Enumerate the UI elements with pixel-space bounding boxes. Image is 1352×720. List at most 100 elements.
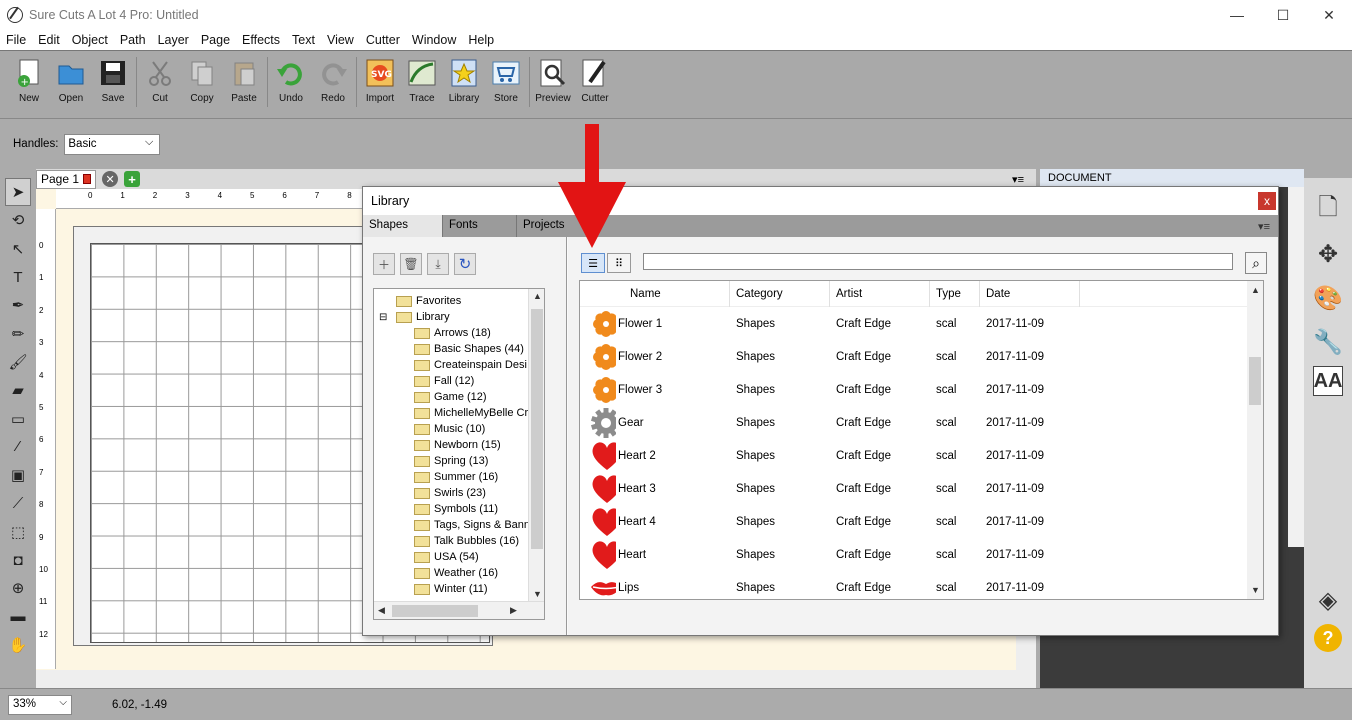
column-header-artist[interactable]: Artist bbox=[830, 281, 930, 307]
gradient-tool-icon[interactable]: ▣ bbox=[5, 461, 31, 489]
menu-object[interactable]: Object bbox=[66, 33, 114, 47]
column-header-name[interactable]: Name bbox=[580, 281, 730, 307]
table-row[interactable]: Lips Shapes Craft Edge scal 2017-11-09 bbox=[580, 571, 1263, 599]
wrench-icon[interactable]: 🔧 bbox=[1310, 322, 1346, 362]
hand-tool-icon[interactable]: ✋ bbox=[5, 631, 31, 659]
close-icon[interactable]: ✕ bbox=[1306, 0, 1352, 30]
copy-button[interactable]: Copy bbox=[181, 57, 223, 104]
table-row[interactable]: Flower 3 Shapes Craft Edge scal 2017-11-09 bbox=[580, 373, 1263, 406]
tree-item[interactable]: Newborn (15) bbox=[374, 437, 544, 453]
tree-item[interactable]: Symbols (11) bbox=[374, 501, 544, 517]
preview-button[interactable]: Preview bbox=[532, 57, 574, 104]
menu-effects[interactable]: Effects bbox=[236, 33, 286, 47]
add-page-icon[interactable]: + bbox=[124, 171, 141, 187]
menu-file[interactable]: File bbox=[0, 33, 32, 47]
brush-tool-icon[interactable]: 🖌 bbox=[5, 348, 31, 376]
palette-icon[interactable]: 🎨 bbox=[1310, 278, 1346, 318]
help-icon[interactable]: ? bbox=[1314, 624, 1342, 652]
refresh-icon[interactable]: ↻ bbox=[454, 253, 476, 275]
tree-horizontal-scrollbar[interactable]: ◀ ▶ bbox=[374, 601, 544, 619]
menu-text[interactable]: Text bbox=[286, 33, 321, 47]
menu-help[interactable]: Help bbox=[462, 33, 500, 47]
library-search-input[interactable] bbox=[643, 253, 1233, 270]
handles-select[interactable]: Basic bbox=[64, 133, 161, 155]
new-folder-icon[interactable]: ＋ bbox=[373, 253, 395, 275]
select-tool-icon[interactable]: ➤ bbox=[5, 178, 31, 207]
page-tab-1[interactable]: Page 1 bbox=[36, 169, 97, 189]
open-button[interactable]: Open bbox=[50, 57, 92, 104]
undo-button[interactable]: Undo bbox=[270, 57, 312, 104]
search-icon[interactable]: ⌕ bbox=[1245, 252, 1267, 274]
column-header-date[interactable]: Date bbox=[980, 281, 1080, 307]
table-row[interactable]: Flower 1 Shapes Craft Edge scal 2017-11-09 bbox=[580, 307, 1263, 340]
menu-page[interactable]: Page bbox=[195, 33, 236, 47]
tab-fonts[interactable]: Fonts bbox=[443, 215, 517, 237]
move-icon[interactable]: ✥ bbox=[1310, 234, 1346, 274]
maximize-icon[interactable]: ☐ bbox=[1260, 0, 1306, 30]
trace-button[interactable]: Trace bbox=[401, 57, 443, 104]
rectangle-tool-icon[interactable]: ▭ bbox=[5, 404, 31, 432]
table-row[interactable]: Gear Shapes Craft Edge scal 2017-11-09 bbox=[580, 406, 1263, 439]
table-vertical-scrollbar[interactable]: ▲ ▼ bbox=[1247, 281, 1263, 599]
cutter-button[interactable]: Cutter bbox=[574, 57, 616, 104]
eyedropper-tool-icon[interactable]: ⁄ bbox=[5, 433, 31, 461]
redo-button[interactable]: Redo bbox=[312, 57, 354, 104]
menu-edit[interactable]: Edit bbox=[32, 33, 66, 47]
column-header-category[interactable]: Category bbox=[730, 281, 830, 307]
tree-item[interactable]: USA (54) bbox=[374, 549, 544, 565]
tree-item[interactable]: Basic Shapes (44) bbox=[374, 341, 544, 357]
menu-window[interactable]: Window bbox=[406, 33, 462, 47]
tab-shapes[interactable]: Shapes bbox=[363, 215, 443, 237]
measure-tool-icon[interactable]: ▬ bbox=[5, 602, 31, 630]
menu-cutter[interactable]: Cutter bbox=[360, 33, 406, 47]
text-tool-icon[interactable]: T bbox=[5, 263, 31, 291]
menu-view[interactable]: View bbox=[321, 33, 360, 47]
tree-item[interactable]: Favorites bbox=[374, 293, 544, 309]
layers-icon[interactable]: ◈ bbox=[1310, 580, 1346, 620]
tree-item[interactable]: Arrows (18) bbox=[374, 325, 544, 341]
zoom-tool-icon[interactable]: ⊕ bbox=[5, 574, 31, 602]
tabs-menu-icon[interactable]: ▾≡ bbox=[1258, 220, 1270, 233]
minimize-icon[interactable]: — bbox=[1214, 0, 1260, 30]
font-size-icon[interactable]: AA bbox=[1313, 366, 1343, 396]
tree-item[interactable]: ⊟ Library bbox=[374, 309, 544, 325]
document-panel-scrollbar[interactable] bbox=[1288, 187, 1304, 547]
tree-item[interactable]: Swirls (23) bbox=[374, 485, 544, 501]
menu-path[interactable]: Path bbox=[114, 33, 152, 47]
weld-tool-icon[interactable]: ◘ bbox=[5, 546, 31, 574]
document-icon[interactable]: 🗋 bbox=[1310, 190, 1346, 230]
eraser-tool-icon[interactable]: ▰ bbox=[5, 376, 31, 404]
pencil-tool-icon[interactable]: ✏ bbox=[5, 319, 31, 347]
menu-layer[interactable]: Layer bbox=[152, 33, 195, 47]
tree-item[interactable]: Fall (12) bbox=[374, 373, 544, 389]
knife-tool-icon[interactable]: ⟋ bbox=[5, 489, 31, 517]
library-button[interactable]: Library bbox=[443, 57, 485, 104]
tree-item[interactable]: Spring (13) bbox=[374, 453, 544, 469]
tree-item[interactable]: Createinspain Desi bbox=[374, 357, 544, 373]
table-row[interactable]: Heart Shapes Craft Edge scal 2017-11-09 bbox=[580, 538, 1263, 571]
transform-tool-icon[interactable]: ⬚ bbox=[5, 518, 31, 546]
panel-menu-icon[interactable]: ▾≡ bbox=[1012, 173, 1024, 186]
tree-item[interactable]: Weather (16) bbox=[374, 565, 544, 581]
collapse-icon[interactable]: ⊟ bbox=[379, 312, 387, 323]
store-button[interactable]: Store bbox=[485, 57, 527, 104]
list-view-icon[interactable]: ☰ bbox=[581, 253, 605, 273]
delete-icon[interactable]: 🗑 bbox=[400, 253, 422, 275]
node-edit-tool-icon[interactable]: ↖ bbox=[5, 235, 31, 263]
tree-item[interactable]: Talk Bubbles (16) bbox=[374, 533, 544, 549]
import-button[interactable]: SVG Import bbox=[359, 57, 401, 104]
paste-button[interactable]: Paste bbox=[223, 57, 265, 104]
cut-button[interactable]: Cut bbox=[139, 57, 181, 104]
tree-vertical-scrollbar[interactable]: ▲ ▼ bbox=[528, 289, 544, 601]
canvas-horizontal-scrollbar[interactable] bbox=[36, 670, 1036, 688]
tree-item[interactable]: Music (10) bbox=[374, 421, 544, 437]
tree-item[interactable]: Winter (11) bbox=[374, 581, 544, 597]
pen-tool-icon[interactable]: ✒ bbox=[5, 291, 31, 319]
column-header-type[interactable]: Type bbox=[930, 281, 980, 307]
rotate-tool-icon[interactable]: ⟲ bbox=[5, 206, 31, 234]
tree-item[interactable]: Summer (16) bbox=[374, 469, 544, 485]
tree-item[interactable]: Tags, Signs & Bann bbox=[374, 517, 544, 533]
grid-view-icon[interactable]: ⠿ bbox=[607, 253, 631, 273]
table-row[interactable]: Flower 2 Shapes Craft Edge scal 2017-11-09 bbox=[580, 340, 1263, 373]
table-row[interactable]: Heart 3 Shapes Craft Edge scal 2017-11-09 bbox=[580, 472, 1263, 505]
